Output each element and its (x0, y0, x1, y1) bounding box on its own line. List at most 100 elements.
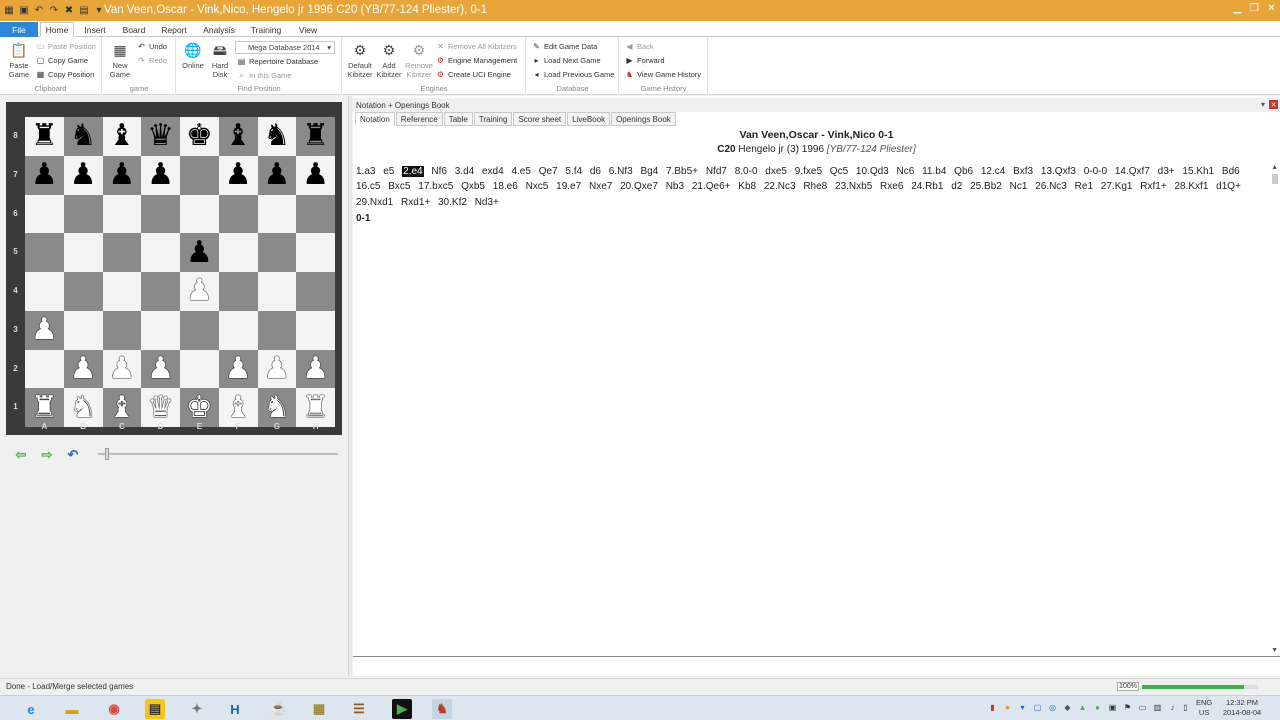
move[interactable]: exd4 (482, 166, 504, 177)
add-kibitzer-button[interactable]: ⚙ Add Kibitzer (374, 41, 404, 80)
square-g7[interactable]: ♟ (257, 155, 297, 195)
white-king-icon[interactable]: ♚ (186, 392, 213, 423)
hyper-icon[interactable]: H (225, 699, 245, 719)
move[interactable]: Bxc5 (388, 181, 410, 192)
take-back-button[interactable]: ↶ (62, 447, 84, 463)
move[interactable]: d6 (590, 166, 601, 177)
create-uci-engine-button[interactable]: ⚙ Create UCI Engine (436, 68, 511, 81)
stop-icon[interactable]: ✖ (63, 5, 75, 17)
square-d8[interactable]: ♛ (141, 117, 180, 156)
white-bishop-icon[interactable]: ♝ (225, 392, 252, 423)
square-d3[interactable] (141, 310, 180, 350)
square-b7[interactable]: ♟ (63, 155, 103, 195)
move[interactable]: e5 (383, 166, 394, 177)
move[interactable]: 24.Rb1 (911, 181, 943, 192)
square-e5[interactable]: ♟ (180, 233, 219, 272)
square-a5[interactable] (25, 233, 64, 272)
undo-icon[interactable]: ↶ (33, 5, 45, 17)
move[interactable]: d1Q+ (1216, 181, 1241, 192)
pane-splitter[interactable] (348, 96, 352, 676)
move[interactable]: Bg4 (640, 166, 658, 177)
square-a6[interactable] (25, 194, 64, 234)
engine-management-button[interactable]: ⚙ Engine Management (436, 54, 517, 67)
move[interactable]: 0-0-0 (1084, 166, 1107, 177)
black-pawn-icon[interactable]: ♟ (147, 160, 174, 190)
square-h5[interactable] (296, 233, 335, 272)
app-icon-4[interactable]: ▦ (309, 699, 329, 719)
slider-thumb[interactable] (105, 448, 109, 460)
black-rook-icon[interactable]: ♜ (31, 121, 58, 151)
move[interactable]: Nd3+ (475, 197, 499, 208)
square-c3[interactable] (102, 310, 142, 350)
load-previous-game-button[interactable]: ◂ Load Previous Game (532, 68, 614, 81)
square-d5[interactable] (141, 233, 180, 272)
square-g5[interactable] (257, 233, 297, 272)
square-f6[interactable] (218, 194, 258, 234)
square-f5[interactable] (218, 233, 258, 272)
move[interactable]: 14.Qxf7 (1115, 166, 1150, 177)
black-knight-icon[interactable]: ♞ (70, 121, 97, 151)
square-f2[interactable]: ♟ (218, 349, 258, 389)
database-select[interactable]: Mega Database 2014 ▾ (235, 41, 335, 54)
square-e4[interactable]: ♟ (180, 272, 219, 311)
black-king-icon[interactable]: ♚ (186, 121, 213, 151)
move[interactable]: 7.Bb5+ (666, 166, 698, 177)
move[interactable]: 21.Qe6+ (692, 181, 731, 192)
black-bishop-icon[interactable]: ♝ (225, 121, 252, 151)
next-move-button[interactable]: ⇨ (36, 447, 58, 463)
paste-position-button[interactable]: ▭ Paste Position (36, 40, 96, 53)
redo-icon[interactable]: ↷ (48, 5, 60, 17)
move[interactable]: 27.Kg1 (1101, 181, 1133, 192)
tab-analysis[interactable]: Analysis (198, 22, 240, 37)
previous-move-button[interactable]: ⇦ (10, 447, 32, 463)
square-h2[interactable]: ♟ (296, 349, 335, 389)
tab-notation[interactable]: Notation (355, 112, 395, 126)
pane-close-icon[interactable]: ✕ (1269, 100, 1278, 109)
square-h8[interactable]: ♜ (296, 117, 335, 156)
board-icon[interactable]: ▤ (78, 5, 90, 17)
in-this-game-button[interactable]: ⌕ In this Game (237, 69, 291, 82)
square-b6[interactable] (63, 194, 103, 234)
white-pawn-icon[interactable]: ♟ (186, 276, 213, 306)
tray-icon-2[interactable]: ● (1003, 703, 1012, 712)
move[interactable]: 4.e5 (511, 166, 530, 177)
square-d6[interactable] (141, 194, 180, 234)
move[interactable]: Bd6 (1222, 166, 1240, 177)
clock[interactable]: 12:32 PM 2014-08-04 (1220, 698, 1264, 718)
square-c8[interactable]: ♝ (102, 117, 142, 156)
square-b8[interactable]: ♞ (63, 117, 103, 156)
white-pawn-icon[interactable]: ♟ (147, 353, 174, 384)
black-pawn-icon[interactable]: ♟ (186, 237, 213, 268)
square-g6[interactable] (257, 194, 297, 234)
move[interactable]: 29.Nxd1 (356, 197, 393, 208)
white-pawn-icon[interactable]: ♟ (263, 353, 290, 384)
back-button[interactable]: ◀ Back (625, 40, 653, 53)
move[interactable]: 6.Nf3 (609, 166, 633, 177)
tab-insert[interactable]: Insert (78, 22, 112, 37)
tab-report[interactable]: Report (156, 22, 192, 37)
move[interactable]: 30.Kf2 (438, 197, 467, 208)
black-queen-icon[interactable]: ♛ (147, 121, 174, 151)
move[interactable]: Nxe7 (589, 181, 612, 192)
move[interactable]: 10.Qd3 (856, 166, 889, 177)
scroll-up-icon[interactable]: ▲ (1271, 164, 1278, 171)
square-b4[interactable] (63, 272, 103, 311)
square-h3[interactable] (296, 310, 335, 350)
square-d2[interactable]: ♟ (141, 349, 180, 389)
undo-button[interactable]: ↶ Undo (137, 40, 167, 53)
move[interactable]: Rxf1+ (1140, 181, 1166, 192)
square-c7[interactable]: ♟ (102, 155, 142, 195)
square-f4[interactable] (218, 272, 258, 311)
copy-position-button[interactable]: ▦ Copy Position (36, 68, 95, 81)
paste-game-button[interactable]: 📋 Paste Game (6, 41, 32, 80)
load-next-game-button[interactable]: ▸ Load Next Game (532, 54, 600, 67)
move[interactable]: Qb6 (954, 166, 973, 177)
pane-menu-icon[interactable]: ▾ (1261, 100, 1265, 109)
app-menu-icon[interactable]: ▦ (3, 5, 15, 17)
power-icon[interactable]: ▯ (1181, 703, 1190, 712)
new-game-button[interactable]: ▦ New Game (106, 41, 134, 80)
white-knight-icon[interactable]: ♞ (70, 392, 97, 423)
square-f3[interactable] (218, 310, 258, 350)
terminal-icon[interactable]: ▶ (392, 699, 412, 719)
move[interactable]: 3.d4 (455, 166, 474, 177)
